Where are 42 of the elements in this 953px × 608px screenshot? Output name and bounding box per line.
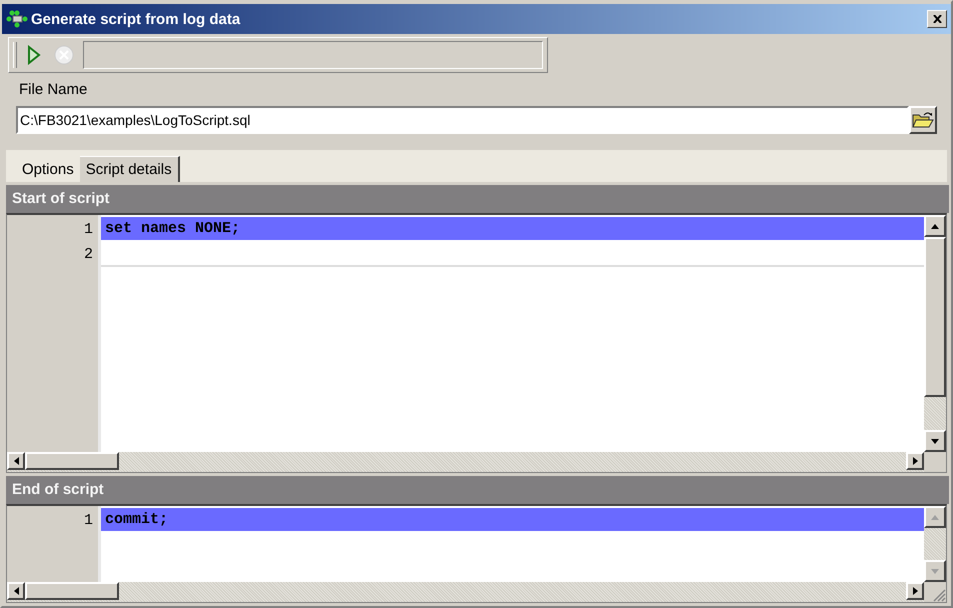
line-number: 2 bbox=[82, 245, 93, 265]
panel-header: End of script bbox=[6, 476, 949, 504]
line-number: 1 bbox=[82, 511, 93, 531]
left-arrow-icon bbox=[14, 587, 18, 595]
open-file-button[interactable] bbox=[909, 106, 937, 134]
horizontal-scrollbar[interactable] bbox=[7, 582, 924, 602]
scroll-right-button[interactable] bbox=[906, 452, 924, 470]
scroll-thumb[interactable] bbox=[924, 237, 946, 397]
panel-header: Start of script bbox=[6, 185, 949, 213]
tab[interactable]: Options bbox=[16, 156, 80, 182]
vertical-scrollbar[interactable] bbox=[924, 506, 946, 602]
scroll-thumb[interactable] bbox=[25, 452, 119, 470]
scroll-up-button[interactable] bbox=[924, 506, 946, 528]
scroll-down-button[interactable] bbox=[924, 560, 946, 582]
play-icon bbox=[27, 45, 41, 65]
window-title: Generate script from log data bbox=[31, 10, 242, 28]
app-icon bbox=[6, 10, 28, 28]
line-number: 1 bbox=[82, 220, 93, 240]
stop-icon bbox=[53, 44, 75, 66]
scroll-down-button[interactable] bbox=[924, 430, 946, 452]
vertical-scrollbar[interactable] bbox=[924, 215, 946, 472]
scrollbar-corner bbox=[924, 452, 946, 472]
tab[interactable]: Script details bbox=[80, 156, 180, 182]
scroll-left-button[interactable] bbox=[7, 452, 25, 470]
file-name-field[interactable]: C:\FB3021\examples\LogToScript.sql bbox=[16, 106, 909, 134]
right-arrow-icon bbox=[912, 587, 918, 595]
resize-grip-icon[interactable] bbox=[932, 588, 946, 602]
close-button[interactable] bbox=[927, 10, 947, 28]
right-arrow-icon bbox=[912, 457, 918, 465]
down-arrow-icon bbox=[931, 438, 939, 444]
up-arrow-icon bbox=[931, 514, 939, 520]
horizontal-scrollbar[interactable] bbox=[7, 452, 924, 472]
file-name-label: File Name bbox=[19, 81, 88, 100]
up-arrow-icon bbox=[931, 224, 939, 228]
down-arrow-icon bbox=[931, 568, 939, 574]
scroll-up-button[interactable] bbox=[924, 215, 946, 237]
close-icon bbox=[932, 15, 942, 23]
scroll-right-button[interactable] bbox=[906, 582, 924, 600]
scroll-thumb[interactable] bbox=[25, 582, 119, 600]
left-arrow-icon bbox=[14, 457, 18, 465]
folder-icon bbox=[912, 111, 934, 129]
scroll-left-button[interactable] bbox=[7, 582, 25, 600]
